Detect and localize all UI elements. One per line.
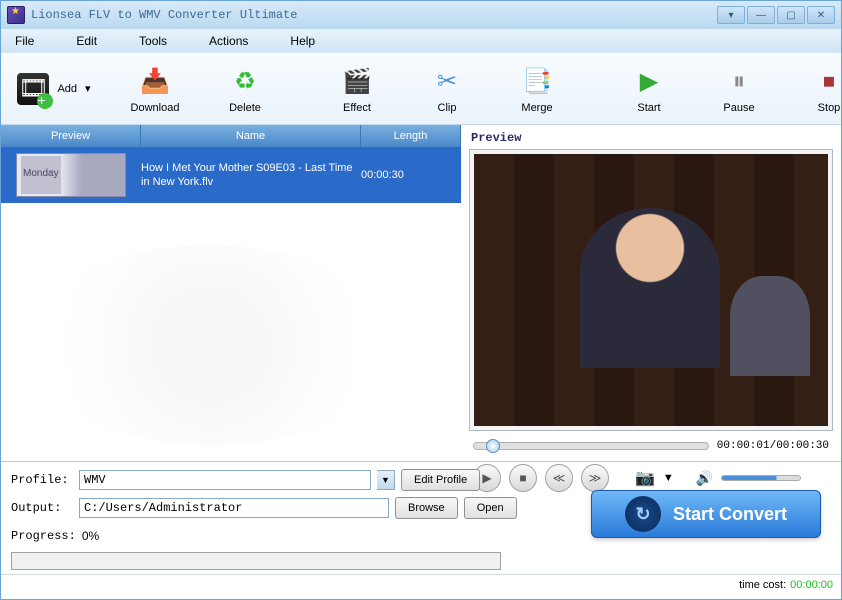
menu-help[interactable]: Help: [290, 34, 315, 48]
download-icon: 📥: [137, 64, 173, 100]
convert-icon: ↻: [625, 496, 661, 532]
browse-button[interactable]: Browse: [395, 497, 458, 519]
col-length[interactable]: Length: [361, 125, 461, 147]
start-button[interactable]: ▶ Start: [615, 59, 683, 118]
main-area: Preview Name Length Monday How I Met You…: [1, 125, 841, 461]
video-frame[interactable]: [474, 154, 828, 426]
timecost-value: 00:00:00: [790, 579, 833, 591]
file-list-panel: Preview Name Length Monday How I Met You…: [1, 125, 461, 461]
stop-label: Stop: [818, 102, 841, 114]
progress-bar: [11, 552, 501, 570]
stop-icon: ⏹: [811, 64, 842, 100]
preview-label: Preview: [471, 131, 833, 145]
titlebar: Lionsea FLV to WMV Converter Ultimate ▾ …: [1, 1, 841, 29]
maximize-button[interactable]: ▢: [777, 6, 805, 24]
download-label: Download: [131, 102, 180, 114]
bottom-form: Profile: ▼ Edit Profile Output: Browse O…: [1, 461, 841, 574]
output-input[interactable]: [79, 498, 389, 518]
watermark-icon: [21, 245, 401, 445]
close-button[interactable]: ✕: [807, 6, 835, 24]
play-icon: ▶: [631, 64, 667, 100]
profile-dropdown-button[interactable]: ▼: [377, 470, 395, 490]
length-cell: 00:00:30: [361, 147, 461, 203]
col-name[interactable]: Name: [141, 125, 361, 147]
clip-label: Clip: [438, 102, 457, 114]
preview-box: [469, 149, 833, 431]
progress-value: 0%: [82, 529, 99, 543]
thumbnail-cell: Monday: [1, 147, 141, 203]
video-foreground-2: [730, 276, 810, 376]
seek-row: 00:00:01/00:00:30: [469, 431, 833, 461]
progress-label: Progress:: [11, 529, 76, 543]
name-cell: How I Met Your Mother S09E03 - Last Time…: [141, 147, 361, 203]
convert-area: ↻ Start Convert: [591, 490, 821, 538]
app-icon: [7, 6, 25, 24]
menu-actions[interactable]: Actions: [209, 34, 248, 48]
window-controls: ▾ — ▢ ✕: [717, 6, 835, 24]
collapse-button[interactable]: ▾: [717, 6, 745, 24]
scissors-icon: ✂: [429, 64, 465, 100]
window-title: Lionsea FLV to WMV Converter Ultimate: [31, 8, 717, 22]
clip-button[interactable]: ✂ Clip: [413, 59, 481, 118]
table-row[interactable]: Monday How I Met Your Mother S09E03 - La…: [1, 147, 461, 203]
convert-label: Start Convert: [673, 504, 787, 525]
footer: time cost: 00:00:00: [1, 574, 841, 594]
minimize-button[interactable]: —: [747, 6, 775, 24]
merge-button[interactable]: 📑 Merge: [503, 59, 571, 118]
chevron-down-icon: ▾: [85, 82, 91, 95]
menu-edit[interactable]: Edit: [76, 34, 97, 48]
effect-label: Effect: [343, 102, 371, 114]
profile-input[interactable]: [79, 470, 371, 490]
column-headers: Preview Name Length: [1, 125, 461, 147]
open-button[interactable]: Open: [464, 497, 517, 519]
col-preview[interactable]: Preview: [1, 125, 141, 147]
pause-button[interactable]: ⏸ Pause: [705, 59, 773, 118]
stop-button[interactable]: ⏹ Stop: [795, 59, 842, 118]
pause-label: Pause: [723, 102, 754, 114]
merge-icon: 📑: [519, 64, 555, 100]
menubar: File Edit Tools Actions Help: [1, 29, 841, 53]
merge-label: Merge: [521, 102, 552, 114]
thumbnail-text: Monday: [23, 168, 59, 179]
delete-label: Delete: [229, 102, 261, 114]
film-add-icon: 🎞: [17, 73, 49, 105]
profile-label: Profile:: [11, 473, 73, 487]
add-button[interactable]: 🎞 Add ▾: [9, 59, 99, 118]
pause-icon: ⏸: [721, 64, 757, 100]
add-label: Add: [57, 83, 77, 95]
download-button[interactable]: 📥 Download: [121, 59, 189, 118]
seek-slider[interactable]: [473, 442, 709, 450]
seek-thumb[interactable]: [486, 439, 500, 453]
timecost-label: time cost:: [739, 579, 786, 591]
start-convert-button[interactable]: ↻ Start Convert: [591, 490, 821, 538]
recycle-icon: ♻: [227, 64, 263, 100]
menu-tools[interactable]: Tools: [139, 34, 167, 48]
toolbar: 🎞 Add ▾ 📥 Download ♻ Delete 🎬 Effect ✂ C…: [1, 53, 841, 125]
effect-icon: 🎬: [339, 64, 375, 100]
thumbnail-image: Monday: [16, 153, 126, 197]
time-display: 00:00:01/00:00:30: [717, 440, 829, 452]
edit-profile-button[interactable]: Edit Profile: [401, 469, 480, 491]
delete-button[interactable]: ♻ Delete: [211, 59, 279, 118]
menu-file[interactable]: File: [15, 34, 34, 48]
output-label: Output:: [11, 501, 73, 515]
video-foreground: [580, 208, 720, 368]
preview-panel: Preview 00:00:01/00:00:30 ▶ ■ ≪ ≫ 📷 ▼ 🔊: [461, 125, 841, 461]
start-label: Start: [637, 102, 660, 114]
effect-button[interactable]: 🎬 Effect: [323, 59, 391, 118]
